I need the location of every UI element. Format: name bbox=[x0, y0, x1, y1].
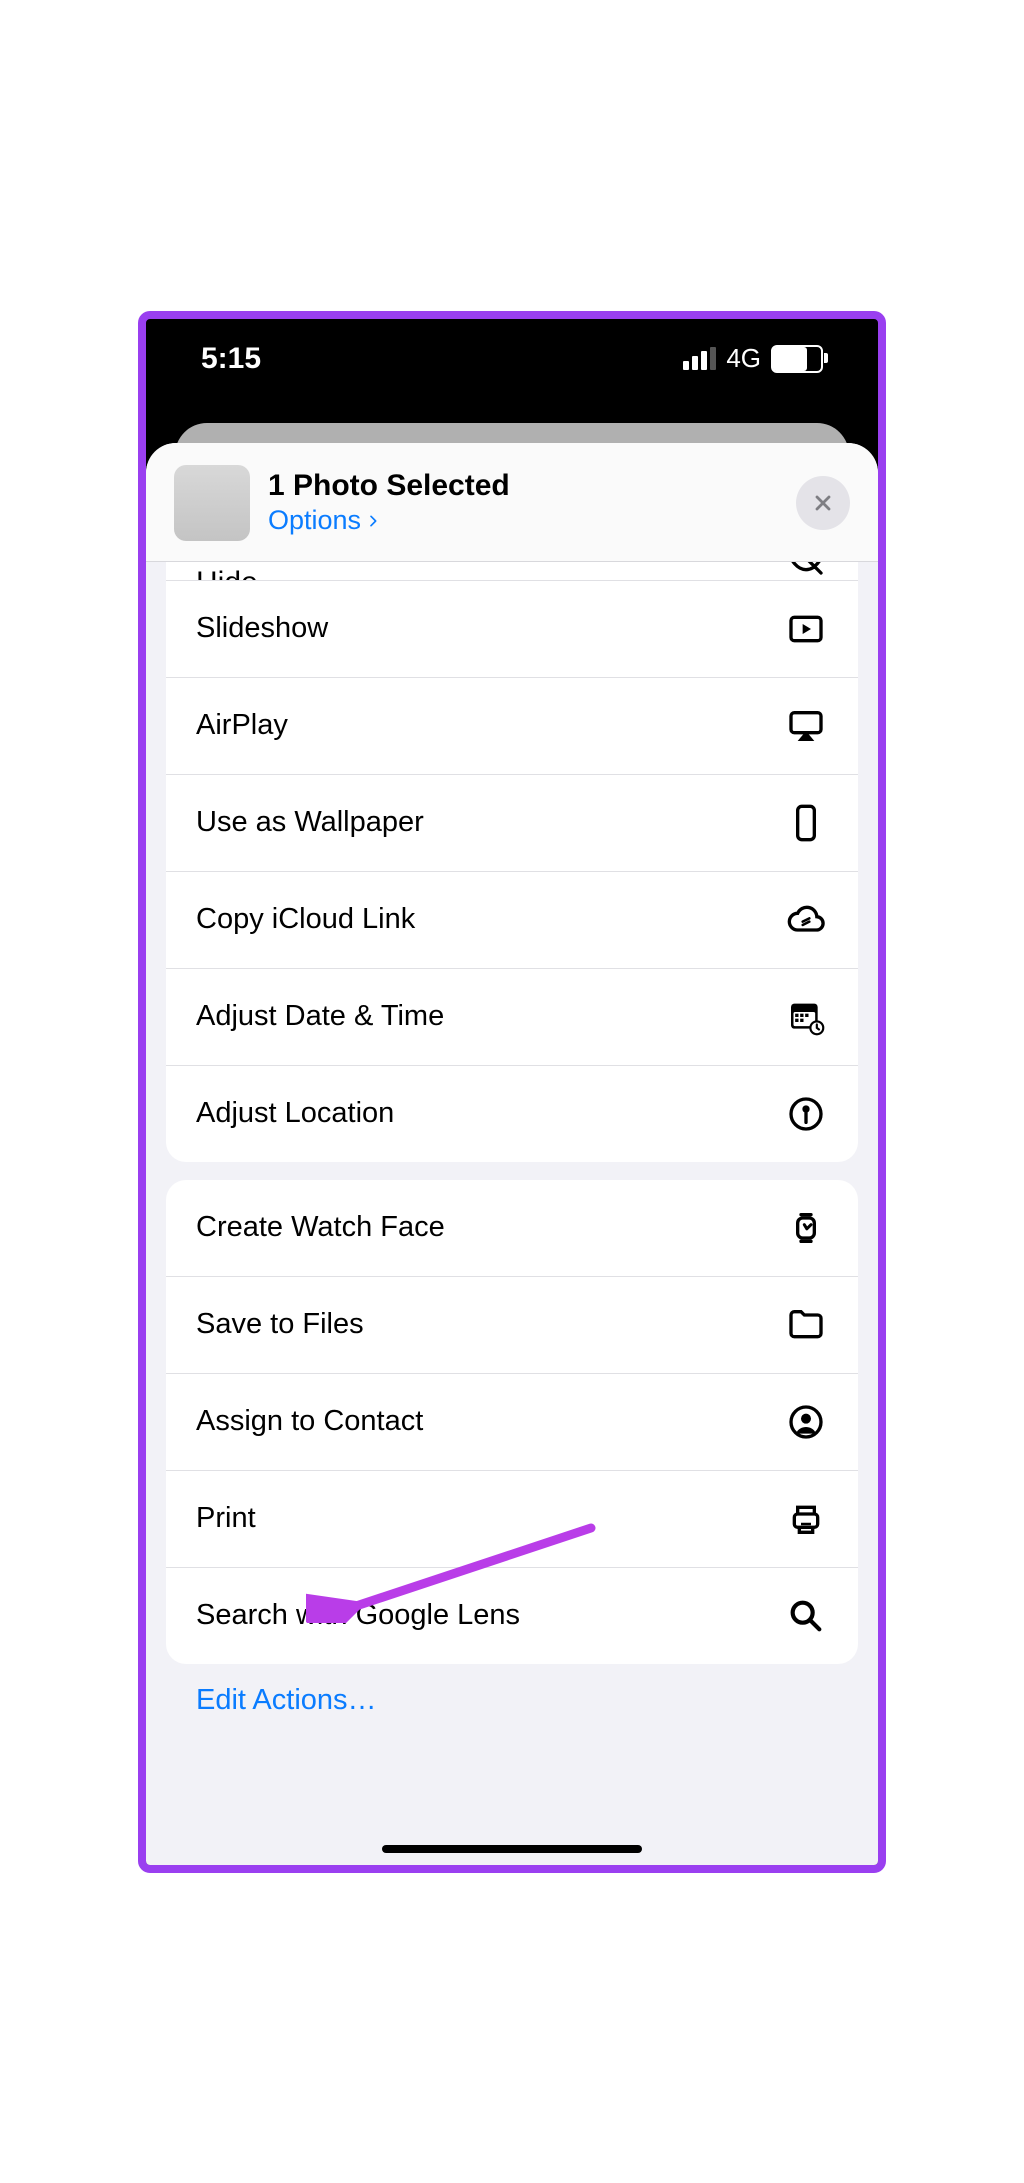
photo-thumbnail[interactable] bbox=[174, 465, 250, 541]
options-label: Options bbox=[268, 505, 361, 536]
action-group-2: Create Watch Face Save to Files Assign t… bbox=[166, 1180, 858, 1664]
action-label: Hide bbox=[196, 566, 258, 580]
phone-frame: 5:15 4G 1 Photo Selected Options bbox=[138, 311, 886, 1873]
edit-actions-button[interactable]: Edit Actions… bbox=[166, 1664, 858, 1717]
action-label: Adjust Date & Time bbox=[196, 1000, 444, 1033]
chevron-right-icon bbox=[365, 513, 381, 529]
folder-icon bbox=[784, 1303, 828, 1347]
status-right: 4G bbox=[683, 343, 823, 374]
action-label: Slideshow bbox=[196, 612, 328, 645]
status-bar: 5:15 4G bbox=[146, 319, 878, 399]
action-label: Copy iCloud Link bbox=[196, 903, 415, 936]
action-search-google-lens[interactable]: Search with Google Lens bbox=[166, 1567, 858, 1664]
hide-icon bbox=[784, 562, 828, 580]
action-label: Use as Wallpaper bbox=[196, 806, 424, 839]
battery-icon bbox=[771, 345, 823, 373]
action-group-1: Hide Slideshow AirPlay Use as Wallpaper … bbox=[166, 562, 858, 1162]
action-label: Assign to Contact bbox=[196, 1405, 423, 1438]
action-label: Adjust Location bbox=[196, 1097, 394, 1130]
action-label: Create Watch Face bbox=[196, 1211, 445, 1244]
close-icon bbox=[811, 491, 835, 515]
action-use-as-wallpaper[interactable]: Use as Wallpaper bbox=[166, 774, 858, 871]
printer-icon bbox=[784, 1497, 828, 1541]
cloud-link-icon bbox=[784, 898, 828, 942]
watch-icon bbox=[784, 1206, 828, 1250]
action-assign-to-contact[interactable]: Assign to Contact bbox=[166, 1373, 858, 1470]
action-airplay[interactable]: AirPlay bbox=[166, 677, 858, 774]
network-label: 4G bbox=[726, 343, 761, 374]
calendar-clock-icon bbox=[784, 995, 828, 1039]
action-label: Save to Files bbox=[196, 1308, 364, 1341]
actions-scroll[interactable]: Hide Slideshow AirPlay Use as Wallpaper … bbox=[146, 562, 878, 1865]
action-adjust-date-time[interactable]: Adjust Date & Time bbox=[166, 968, 858, 1065]
phone-icon bbox=[784, 801, 828, 845]
status-time: 5:15 bbox=[201, 342, 261, 376]
action-label: Print bbox=[196, 1502, 256, 1535]
contact-icon bbox=[784, 1400, 828, 1444]
header-title: 1 Photo Selected bbox=[268, 469, 778, 503]
action-print[interactable]: Print bbox=[166, 1470, 858, 1567]
share-sheet: 1 Photo Selected Options Hide Slideshow bbox=[146, 443, 878, 1865]
search-icon bbox=[784, 1594, 828, 1638]
action-hide[interactable]: Hide bbox=[166, 562, 858, 580]
home-indicator[interactable] bbox=[382, 1845, 642, 1853]
action-label: AirPlay bbox=[196, 709, 288, 742]
close-button[interactable] bbox=[796, 476, 850, 530]
action-slideshow[interactable]: Slideshow bbox=[166, 580, 858, 677]
sheet-header: 1 Photo Selected Options bbox=[146, 443, 878, 562]
signal-icon bbox=[683, 347, 716, 370]
action-copy-icloud-link[interactable]: Copy iCloud Link bbox=[166, 871, 858, 968]
pin-icon bbox=[784, 1092, 828, 1136]
action-label: Search with Google Lens bbox=[196, 1599, 520, 1632]
action-create-watch-face[interactable]: Create Watch Face bbox=[166, 1180, 858, 1276]
play-rect-icon bbox=[784, 607, 828, 651]
options-button[interactable]: Options bbox=[268, 505, 778, 536]
action-save-to-files[interactable]: Save to Files bbox=[166, 1276, 858, 1373]
action-adjust-location[interactable]: Adjust Location bbox=[166, 1065, 858, 1162]
airplay-icon bbox=[784, 704, 828, 748]
